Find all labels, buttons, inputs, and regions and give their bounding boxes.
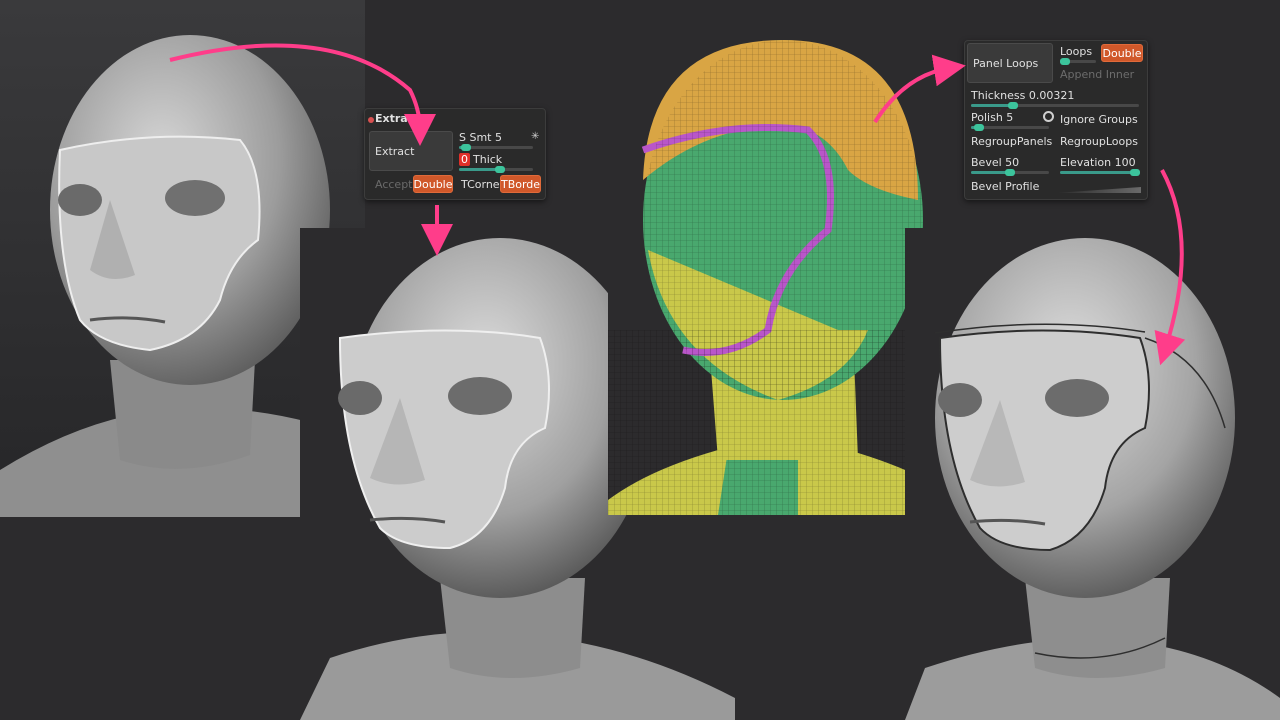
thick-prefix: 0 [459, 153, 470, 166]
elevation-slider[interactable] [1060, 169, 1140, 176]
s-smt-slider[interactable] [459, 144, 533, 151]
regroup-panels-button[interactable]: RegroupPanels [971, 135, 1052, 148]
loops-slider[interactable] [1060, 58, 1096, 65]
star-icon[interactable]: ✳ [531, 131, 539, 142]
bevel-value: 50 [1005, 156, 1020, 169]
extract-panel: Extract ✳ Extract S Smt 5 0 Thick Accept … [364, 108, 546, 200]
polish-value: 5 [1006, 111, 1014, 124]
extract-button[interactable]: Extract [369, 131, 453, 171]
bevel-slider[interactable] [971, 169, 1049, 176]
bevel-label: Bevel 50 [971, 156, 1020, 169]
thick-slider[interactable] [459, 166, 533, 173]
panel-loops-button[interactable]: Panel Loops [967, 43, 1053, 83]
canvas: Extract ✳ Extract S Smt 5 0 Thick Accept … [0, 0, 1280, 720]
loops-label: Loops [1060, 45, 1093, 58]
double-button[interactable]: Double [413, 175, 453, 193]
double-button[interactable]: Double [1101, 44, 1143, 62]
thickness-label: Thickness 0.00321 [971, 89, 1075, 102]
tcorne-button[interactable]: TCorne [455, 175, 500, 193]
extract-panel-title: Extract [375, 112, 420, 125]
s-smt-value: 5 [495, 131, 502, 144]
ignore-groups-button[interactable]: Ignore Groups [1060, 113, 1138, 126]
viewport-panel-loops-result[interactable] [905, 228, 1280, 720]
elevation-label: Elevation 100 [1060, 156, 1136, 169]
thickness-value: 0.00321 [1028, 89, 1075, 102]
thick-label: 0 Thick [459, 153, 503, 166]
dot-icon [368, 117, 374, 123]
bevel-profile-button[interactable]: Bevel Profile [971, 180, 1039, 193]
regroup-loops-button[interactable]: RegroupLoops [1060, 135, 1138, 148]
accept-button[interactable]: Accept [369, 175, 413, 193]
polish-slider[interactable] [971, 124, 1049, 131]
s-smt-label: S Smt 5 [459, 131, 502, 144]
thickness-slider[interactable] [971, 102, 1139, 109]
bevel-profile-curve[interactable] [1055, 187, 1141, 193]
head-render-3 [905, 228, 1280, 720]
elevation-value: 100 [1114, 156, 1136, 169]
panel-loops-panel: Panel Loops Loops Double Append Inner Th… [964, 40, 1148, 200]
polish-label: Polish 5 [971, 111, 1014, 124]
radio-icon[interactable] [1043, 111, 1054, 122]
append-inner-button[interactable]: Append Inner [1060, 68, 1134, 81]
tborde-button[interactable]: TBorde [500, 175, 541, 193]
